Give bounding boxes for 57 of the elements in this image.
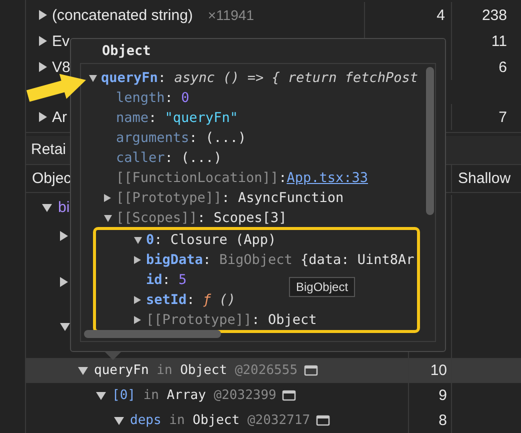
- size-value: 238: [482, 6, 507, 24]
- property-line: [[Prototype]]: Object: [146, 312, 317, 328]
- collapsed-triangle-icon[interactable]: [134, 296, 141, 304]
- expanded-triangle-icon[interactable]: [104, 214, 112, 222]
- popover-title: Object: [102, 43, 151, 59]
- property-line: [[Scopes]]: Scopes[3]: [116, 210, 287, 226]
- window-icon[interactable]: [282, 390, 296, 401]
- object-name: bi: [58, 199, 70, 216]
- column-header[interactable]: Shallow: [458, 170, 511, 187]
- property-line: length: 0: [116, 90, 190, 106]
- collapsed-triangle-icon[interactable]: [39, 36, 47, 46]
- property-line: [[FunctionLocation]]:: [116, 170, 287, 186]
- collapsed-triangle-icon[interactable]: [104, 194, 111, 202]
- collapsed-triangle-icon[interactable]: [39, 62, 47, 72]
- distance-value: 4: [436, 6, 445, 24]
- distance-value: 9: [438, 387, 447, 404]
- tooltip: BigObject: [289, 277, 356, 297]
- column-header[interactable]: Objec: [32, 170, 72, 187]
- property-line: [[Prototype]]: AsyncFunction: [116, 190, 344, 206]
- retainer-path: [0] in Array @2032399: [112, 388, 276, 403]
- expanded-triangle-icon[interactable]: [134, 236, 142, 244]
- instance-count: ×11941: [208, 7, 254, 23]
- collapsed-triangle-icon[interactable]: [134, 256, 141, 264]
- retainer-row[interactable]: [0] in Array @2032399 9: [26, 383, 521, 408]
- expanded-triangle-icon[interactable]: [42, 204, 52, 212]
- size-value: 7: [498, 108, 507, 126]
- window-icon[interactable]: [304, 365, 318, 376]
- expanded-triangle-icon[interactable]: [78, 366, 88, 374]
- constructor-name: Ar: [52, 108, 67, 126]
- constructor-name: Ev: [52, 32, 70, 50]
- horizontal-scrollbar[interactable]: [84, 330, 221, 338]
- constructor-name: V8: [52, 58, 70, 76]
- retainer-path: deps in Object @2032717: [130, 413, 310, 428]
- retainer-row[interactable]: deps in Object @2032717 8: [26, 408, 521, 433]
- property-line: setId: ƒ (): [146, 292, 236, 308]
- retainer-row[interactable]: queryFn in Object @2026555 10: [26, 358, 521, 383]
- property-line: arguments: (...): [116, 130, 246, 146]
- vertical-scrollbar[interactable]: [426, 67, 434, 215]
- distance-value: 10: [430, 362, 447, 379]
- property-line: caller: (...): [116, 150, 222, 166]
- constructor-name: (concatenated string): [52, 6, 193, 24]
- retainers-tab[interactable]: Retai: [31, 141, 66, 158]
- collapsed-triangle-icon[interactable]: [39, 112, 47, 122]
- property-line: queryFn: async () => { return fetchPost: [101, 70, 418, 86]
- window-icon[interactable]: [316, 415, 330, 426]
- distance-value: 8: [438, 412, 447, 429]
- property-line: 0: Closure (App): [146, 232, 276, 248]
- expanded-triangle-icon[interactable]: [96, 392, 106, 400]
- size-value: 11: [491, 32, 507, 50]
- size-value: 6: [498, 58, 507, 76]
- property-line: id: 5: [146, 272, 187, 288]
- collapsed-triangle-icon[interactable]: [39, 10, 47, 20]
- source-link[interactable]: App.tsx:33: [286, 170, 368, 186]
- property-line: bigData: BigObject {data: Uint8Ar: [146, 252, 414, 268]
- property-line: name: "queryFn": [116, 110, 238, 126]
- expanded-triangle-icon[interactable]: [114, 416, 124, 424]
- retainer-path: queryFn in Object @2026555: [94, 363, 298, 378]
